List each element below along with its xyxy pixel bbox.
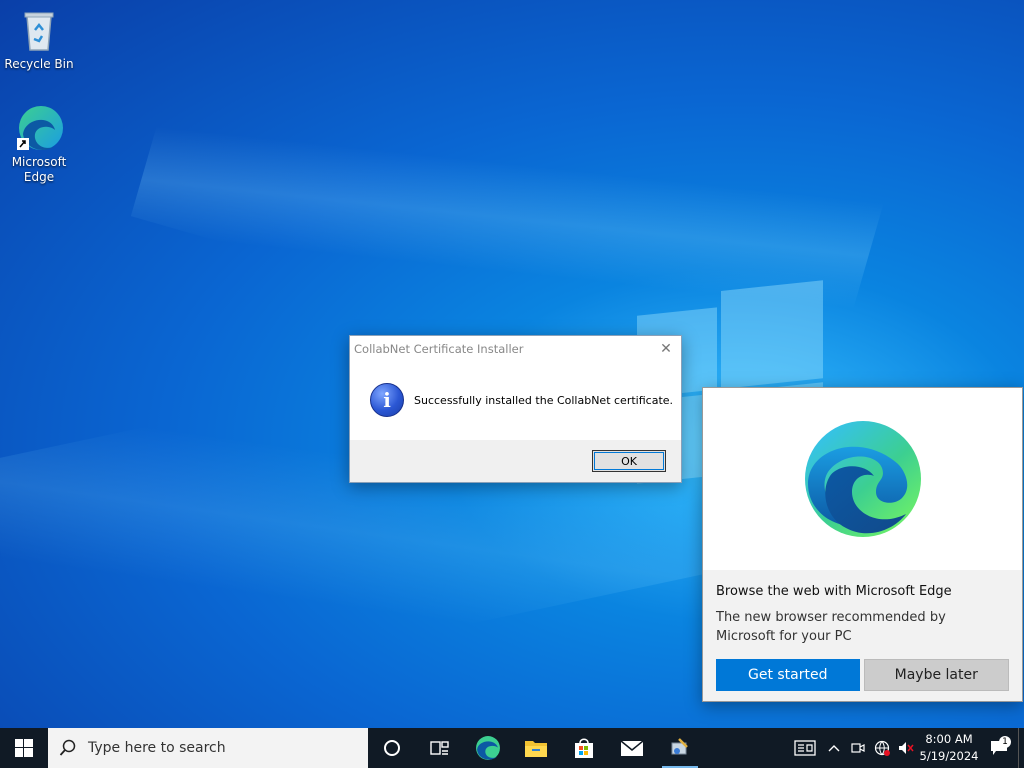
edge-icon bbox=[15, 104, 63, 152]
taskbar-mail-button[interactable] bbox=[608, 728, 656, 768]
show-desktop-button[interactable] bbox=[1018, 728, 1024, 768]
edge-icon bbox=[476, 736, 500, 760]
close-icon[interactable]: ✕ bbox=[651, 336, 681, 362]
search-placeholder: Type here to search bbox=[88, 740, 226, 756]
action-center-button[interactable]: 1 bbox=[980, 736, 1018, 756]
promo-subtext: The new browser recommended by Microsoft… bbox=[716, 610, 946, 644]
start-button[interactable] bbox=[0, 728, 48, 768]
edge-promo-popup: Browse the web with Microsoft Edge The n… bbox=[702, 387, 1023, 702]
cortana-button[interactable] bbox=[368, 728, 416, 768]
ok-button[interactable]: OK bbox=[592, 450, 666, 472]
search-icon bbox=[48, 739, 88, 757]
dialog-titlebar[interactable]: CollabNet Certificate Installer ✕ bbox=[350, 336, 681, 362]
desktop-icon-edge[interactable]: Microsoft Edge bbox=[1, 104, 77, 185]
promo-headline: Browse the web with Microsoft Edge bbox=[716, 584, 952, 599]
desktop-icon-recycle-bin[interactable]: Recycle Bin bbox=[1, 6, 77, 72]
desktop-icon-label: Recycle Bin bbox=[4, 57, 74, 71]
maybe-later-button[interactable]: Maybe later bbox=[863, 659, 1009, 691]
store-icon bbox=[575, 738, 593, 758]
certificate-installer-dialog: CollabNet Certificate Installer ✕ i Succ… bbox=[349, 335, 682, 483]
mail-icon bbox=[620, 740, 644, 756]
taskbar-store-button[interactable] bbox=[560, 728, 608, 768]
taskbar-installer-button[interactable] bbox=[656, 728, 704, 768]
dialog-message: Successfully installed the CollabNet cer… bbox=[414, 393, 674, 407]
taskbar-file-explorer-button[interactable] bbox=[512, 728, 560, 768]
edge-logo-icon bbox=[804, 421, 921, 537]
get-started-button[interactable]: Get started bbox=[716, 659, 860, 691]
windows-start-icon bbox=[15, 739, 33, 757]
meet-now-icon[interactable] bbox=[846, 728, 870, 768]
clock-time: 8:00 AM bbox=[925, 732, 973, 746]
news-widget-icon[interactable] bbox=[788, 728, 822, 768]
clock[interactable]: 8:00 AM 5/19/2024 bbox=[918, 731, 980, 765]
file-explorer-icon bbox=[525, 741, 547, 757]
system-tray: 8:00 AM 5/19/2024 1 bbox=[788, 728, 1024, 768]
volume-muted-icon[interactable] bbox=[894, 728, 918, 768]
task-view-button[interactable] bbox=[416, 728, 464, 768]
task-view-icon bbox=[430, 741, 449, 755]
dialog-title: CollabNet Certificate Installer bbox=[354, 342, 524, 356]
taskbar-edge-button[interactable] bbox=[464, 728, 512, 768]
desktop-icon-label: Microsoft Edge bbox=[11, 155, 67, 184]
taskbar: Type here to search 8:00 AM 5/19/2024 1 bbox=[0, 728, 1024, 768]
taskbar-search-box[interactable]: Type here to search bbox=[48, 728, 368, 768]
info-icon: i bbox=[370, 383, 404, 417]
notification-badge: 1 bbox=[999, 736, 1011, 748]
cortana-icon bbox=[384, 740, 400, 756]
installer-icon bbox=[671, 738, 688, 755]
chevron-up-icon[interactable] bbox=[822, 728, 846, 768]
network-icon[interactable] bbox=[870, 728, 894, 768]
clock-date: 5/19/2024 bbox=[919, 749, 979, 763]
recycle-bin-icon bbox=[15, 6, 63, 54]
